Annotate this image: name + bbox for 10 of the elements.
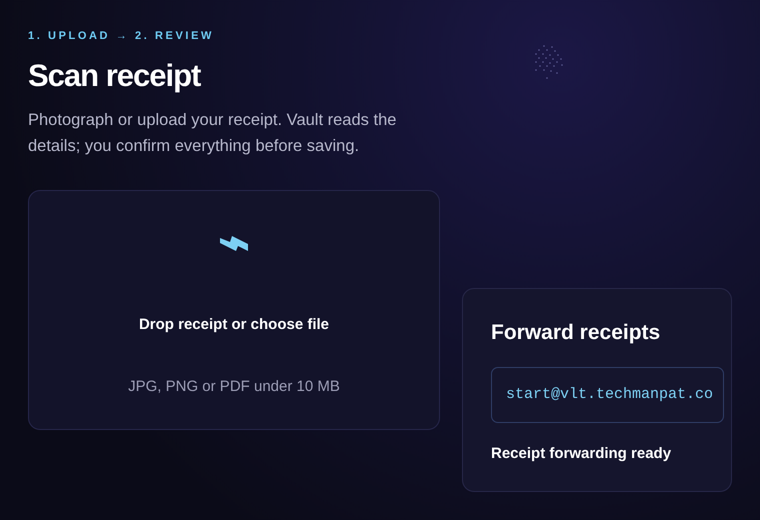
dropzone-hint: JPG, PNG or PDF under 10 MB	[128, 377, 340, 398]
page-title: Scan receipt	[28, 56, 200, 94]
dropzone-label: Drop receipt or choose file	[138, 314, 330, 335]
intro-text: Photograph or upload your receipt. Vault reads the details; you confirm everything before saving.	[28, 110, 398, 158]
status-text: Receipt forwarding ready	[491, 444, 672, 464]
bolt-icon	[220, 234, 248, 252]
step-indicator: 1. UPLOAD → 2. REVIEW	[28, 29, 214, 44]
card-title: Forward receipts	[491, 320, 662, 346]
upload-dropzone[interactable]: Drop receipt or choose file JPG, PNG or PDF under 10 MB	[28, 190, 440, 430]
email-address-field[interactable]: start@vlt.techmanpat.co	[491, 366, 724, 423]
